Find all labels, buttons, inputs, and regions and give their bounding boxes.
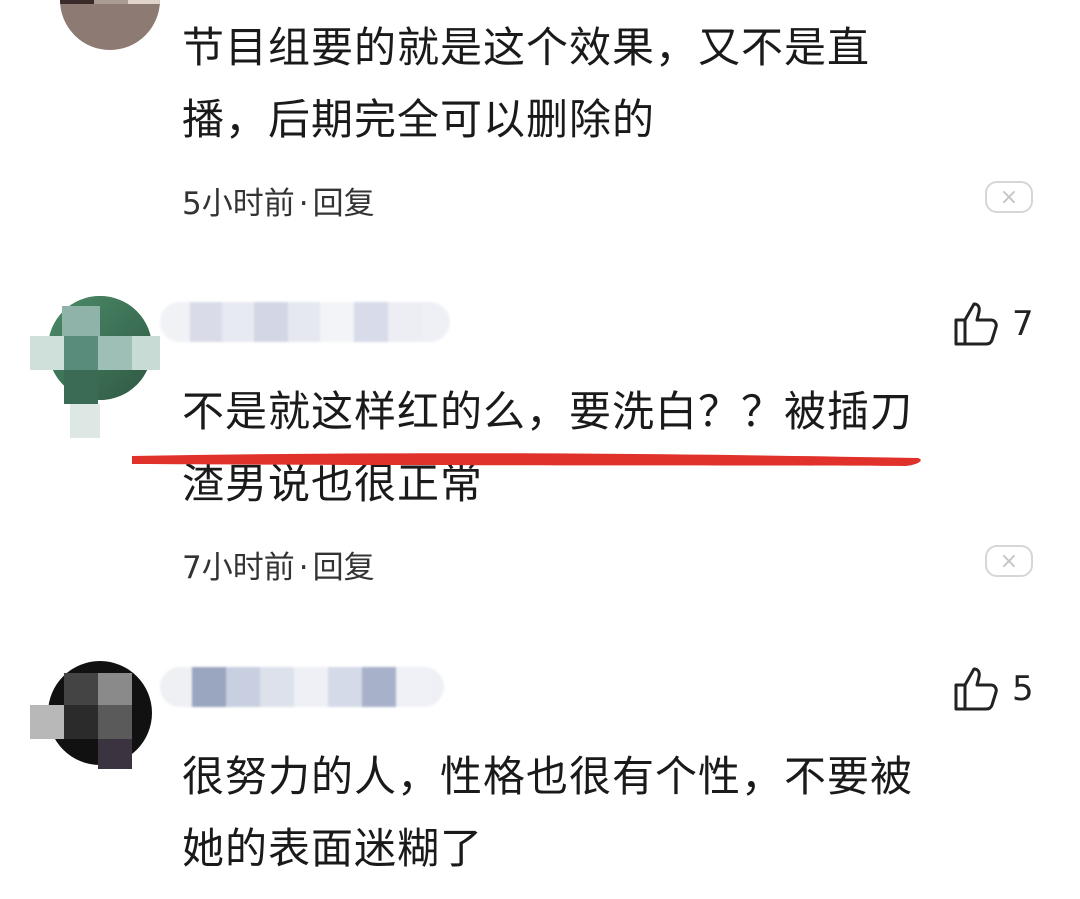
- reply-button[interactable]: 回复: [313, 186, 375, 222]
- reply-button[interactable]: 回复: [313, 550, 375, 586]
- username-blurred[interactable]: [160, 667, 444, 707]
- thumbs-up-icon: [954, 667, 998, 711]
- close-icon[interactable]: ×: [985, 545, 1033, 577]
- comment-text: 节目组要的就是这个效果，又不是直 播，后期完全可以删除的: [182, 12, 1012, 156]
- avatar-mosaic: [30, 306, 160, 438]
- comment-text-line: 节目组要的就是这个效果，又不是直: [182, 23, 871, 72]
- avatar-mosaic: [30, 673, 160, 773]
- comment-item: 5 很努力的人，性格也很有个性，不要被 她的表面迷糊了: [0, 645, 1080, 899]
- comment-text: 不是就这样红的么，要洗白？？被插刀 渣男说也很正常: [182, 376, 1012, 520]
- comment-text-line: 很努力的人，性格也很有个性，不要被: [182, 752, 914, 801]
- avatar[interactable]: [60, 0, 160, 50]
- comment-text-line: 不是就这样红的么，要洗白？？被插刀: [182, 387, 914, 436]
- comment-meta: 7小时前 · 回复: [182, 550, 375, 586]
- like-button[interactable]: 5: [952, 665, 1034, 713]
- close-icon[interactable]: ×: [985, 181, 1033, 213]
- comment-text: 很努力的人，性格也很有个性，不要被 她的表面迷糊了: [182, 741, 1012, 885]
- comment-time: 5小时前: [182, 186, 295, 222]
- username-blurred[interactable]: [160, 302, 450, 342]
- comment-item: 7 不是就这样红的么，要洗白？？被插刀 渣男说也很正常 7小时前 · 回复 ×: [0, 280, 1080, 620]
- comment-time: 7小时前: [182, 550, 295, 586]
- thumbs-up-icon: [954, 302, 998, 346]
- comment-text-line: 播，后期完全可以删除的: [182, 95, 656, 144]
- comment-text-line: 渣男说也很正常: [182, 459, 484, 508]
- comment-meta: 5小时前 · 回复: [182, 186, 375, 222]
- comment-text-line: 她的表面迷糊了: [182, 824, 484, 873]
- like-count: 7: [1012, 304, 1034, 344]
- like-count: 5: [1012, 669, 1034, 709]
- close-glyph: ×: [999, 548, 1019, 574]
- like-button[interactable]: 7: [952, 300, 1034, 348]
- comment-list: 节目组要的就是这个效果，又不是直 播，后期完全可以删除的 5小时前·回复 ×: [0, 0, 1080, 899]
- comment-item: 节目组要的就是这个效果，又不是直 播，后期完全可以删除的 5小时前 · 回复 ×: [0, 0, 1080, 260]
- close-glyph: ×: [999, 184, 1019, 210]
